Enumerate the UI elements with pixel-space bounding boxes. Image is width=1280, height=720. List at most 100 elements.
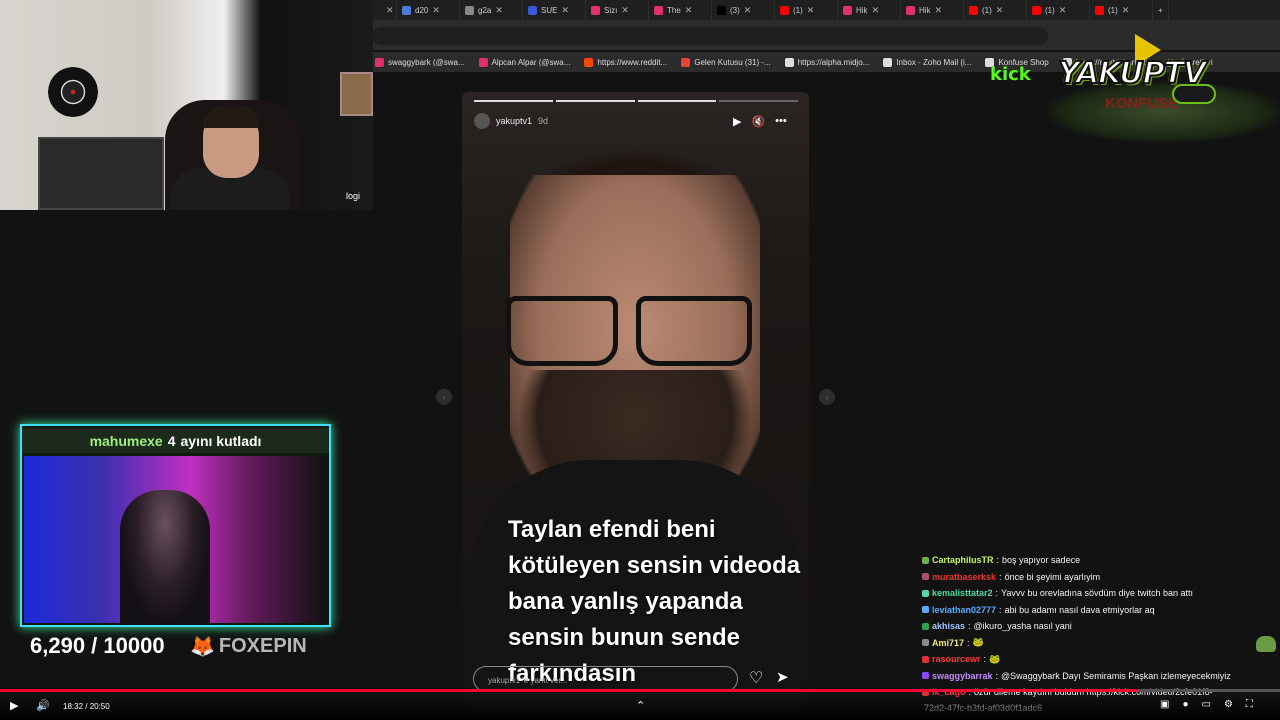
frog-emote-icon bbox=[1256, 636, 1276, 652]
settings-icon[interactable]: ⚙ bbox=[1224, 699, 1233, 710]
browser-tab[interactable]: Hik ✕ bbox=[901, 0, 964, 20]
heart-icon[interactable]: ♡ bbox=[749, 668, 763, 688]
chat-badge-icon bbox=[922, 589, 929, 597]
chat-text: @Swaggybark Dayı Semiramis Paşkan izleme… bbox=[1001, 670, 1231, 681]
tab-label: Sizı bbox=[604, 5, 618, 15]
browser-tab[interactable]: d20 ✕ bbox=[397, 0, 460, 20]
browser-tab[interactable]: (1) ✕ bbox=[1027, 0, 1090, 20]
close-tab-icon[interactable]: ✕ bbox=[386, 5, 394, 16]
bookmark-item[interactable]: swaggybark (@swa... bbox=[375, 57, 465, 67]
seek-bar-progress[interactable] bbox=[0, 689, 1138, 692]
close-tab-icon[interactable]: ✕ bbox=[1122, 5, 1130, 16]
browser-tab[interactable]: The ✕ bbox=[649, 0, 712, 20]
bookmark-item[interactable]: Alpcan Alpar (@swa... bbox=[478, 57, 570, 67]
story-age: 9d bbox=[538, 116, 549, 126]
chat-badge-icon bbox=[922, 606, 929, 614]
subtitles-icon[interactable]: ▣ bbox=[1160, 699, 1169, 710]
close-tab-icon[interactable]: ✕ bbox=[432, 5, 440, 16]
tab-label: d20 bbox=[415, 5, 429, 15]
chat-separator: : bbox=[995, 670, 999, 681]
close-tab-icon[interactable]: ✕ bbox=[996, 5, 1004, 16]
tab-label: (1) bbox=[793, 5, 803, 15]
close-tab-icon[interactable]: ✕ bbox=[872, 5, 880, 16]
play-icon[interactable]: ▶ bbox=[10, 699, 18, 712]
send-icon[interactable]: ➤ bbox=[776, 668, 789, 686]
bookmark-favicon-icon bbox=[584, 57, 594, 67]
chat-text: Yavvv bu orevladına sövdüm diye twitch b… bbox=[1001, 588, 1193, 599]
chat-separator: : bbox=[983, 654, 987, 665]
browser-tab[interactable]: (1) ✕ bbox=[964, 0, 1027, 20]
tab-favicon-icon bbox=[780, 5, 789, 15]
chat-username[interactable]: Ami717 bbox=[932, 638, 964, 648]
avatar[interactable] bbox=[474, 113, 490, 129]
dartboard bbox=[48, 67, 98, 117]
browser-tab[interactable]: SUE ✕ bbox=[523, 0, 586, 20]
chat-username[interactable]: swaggybarrak bbox=[932, 671, 993, 681]
prev-story-arrow[interactable]: ‹ bbox=[436, 389, 452, 405]
close-tab-icon[interactable]: ✕ bbox=[744, 5, 752, 16]
chat-username[interactable]: kemalisttatar2 bbox=[932, 588, 993, 598]
browser-tab[interactable]: (1) ✕ bbox=[1090, 0, 1153, 20]
konfuse-bg-text: KONFUSE bbox=[1105, 95, 1179, 112]
chat-username[interactable]: rasourcewr bbox=[932, 654, 981, 664]
fullscreen-icon[interactable]: ⛶ bbox=[1246, 699, 1253, 710]
more-icon[interactable]: ••• bbox=[775, 115, 787, 128]
chat-username[interactable]: akhisas bbox=[932, 621, 965, 631]
browser-tab[interactable]: (1) ✕ bbox=[775, 0, 838, 20]
play-icon[interactable]: ▶ bbox=[733, 115, 741, 128]
close-tab-icon[interactable]: ✕ bbox=[935, 5, 943, 16]
next-story-arrow[interactable]: › bbox=[819, 389, 835, 405]
story-header[interactable]: yakuptv1 9d bbox=[474, 113, 548, 129]
chat-message: CartaphilusTR: boş yapıyor sadece bbox=[922, 552, 1280, 569]
browser-tab[interactable]: Sizı ✕ bbox=[586, 0, 649, 20]
close-tab-icon[interactable]: ✕ bbox=[685, 5, 693, 16]
close-tab-icon[interactable]: ✕ bbox=[621, 5, 629, 16]
alert-months: 4 bbox=[167, 432, 176, 449]
bookmark-label: https://alpha.midjo... bbox=[797, 57, 870, 67]
chat-panel: CartaphilusTR: boş yapıyor sadece muratbas… bbox=[922, 552, 1280, 701]
chat-username[interactable]: CartaphilusTR bbox=[932, 555, 994, 565]
close-tab-icon[interactable]: ✕ bbox=[807, 5, 815, 16]
bookmark-item[interactable]: https://alpha.midjo... bbox=[784, 57, 870, 67]
chat-username[interactable]: muratbaserksk bbox=[932, 572, 996, 582]
chevron-up-icon[interactable]: ⌃ bbox=[636, 699, 645, 712]
logo-background bbox=[1048, 82, 1280, 142]
tab-favicon-icon bbox=[906, 5, 915, 15]
close-tab-icon[interactable]: ✕ bbox=[561, 5, 569, 16]
browser-tab[interactable]: ✕ bbox=[373, 0, 397, 20]
autoplay-icon[interactable]: ● bbox=[1182, 699, 1188, 710]
kick-logo: kick bbox=[990, 64, 1031, 85]
chat-text: önce bi şeyimi ayarlıyim bbox=[1004, 571, 1101, 582]
browser-tab[interactable]: Hik ✕ bbox=[838, 0, 901, 20]
story-username[interactable]: yakuptv1 bbox=[496, 116, 532, 126]
tab-label: The bbox=[667, 5, 681, 15]
sub-alert-title: mahumexe 4 ayını kutladı bbox=[22, 428, 329, 453]
close-tab-icon[interactable]: ✕ bbox=[495, 5, 503, 16]
mute-icon[interactable]: 🔇 bbox=[751, 115, 765, 128]
close-tab-icon[interactable]: ✕ bbox=[1059, 5, 1067, 16]
wall-photo bbox=[340, 72, 373, 116]
alert-username: mahumexe bbox=[89, 432, 163, 449]
browser-tab[interactable]: (3) ✕ bbox=[712, 0, 775, 20]
chat-username[interactable]: leviathan02777 bbox=[932, 605, 996, 615]
new-tab-button[interactable]: + bbox=[1153, 0, 1169, 20]
gamepad-icon bbox=[1172, 84, 1216, 104]
bookmark-item[interactable]: https://www.reddit... bbox=[584, 57, 667, 67]
time-display: 18:32 / 20:50 bbox=[63, 702, 110, 711]
chat-message: swaggybarrak: @Swaggybark Dayı Semiramis … bbox=[922, 668, 1280, 685]
tab-favicon-icon bbox=[1032, 5, 1041, 15]
browser-tab[interactable]: g2a ✕ bbox=[460, 0, 523, 20]
bookmark-favicon-icon bbox=[784, 57, 794, 67]
chat-separator: : bbox=[996, 555, 1000, 566]
bookmark-item[interactable]: Inbox - Zoho Mail (i... bbox=[883, 57, 972, 67]
monitor bbox=[38, 137, 164, 210]
address-bar[interactable] bbox=[373, 27, 1048, 45]
bookmark-label: Inbox - Zoho Mail (i... bbox=[896, 57, 972, 67]
volume-icon[interactable]: 🔊 bbox=[36, 699, 50, 712]
tab-label: Hik bbox=[856, 5, 868, 15]
miniplayer-icon[interactable]: ▭ bbox=[1202, 699, 1211, 710]
alert-cam-person bbox=[120, 490, 210, 625]
chat-separator: : bbox=[995, 588, 999, 599]
bookmark-item[interactable]: Gelen Kutusu (31) -... bbox=[681, 57, 771, 67]
tab-label: (1) bbox=[1108, 5, 1118, 15]
